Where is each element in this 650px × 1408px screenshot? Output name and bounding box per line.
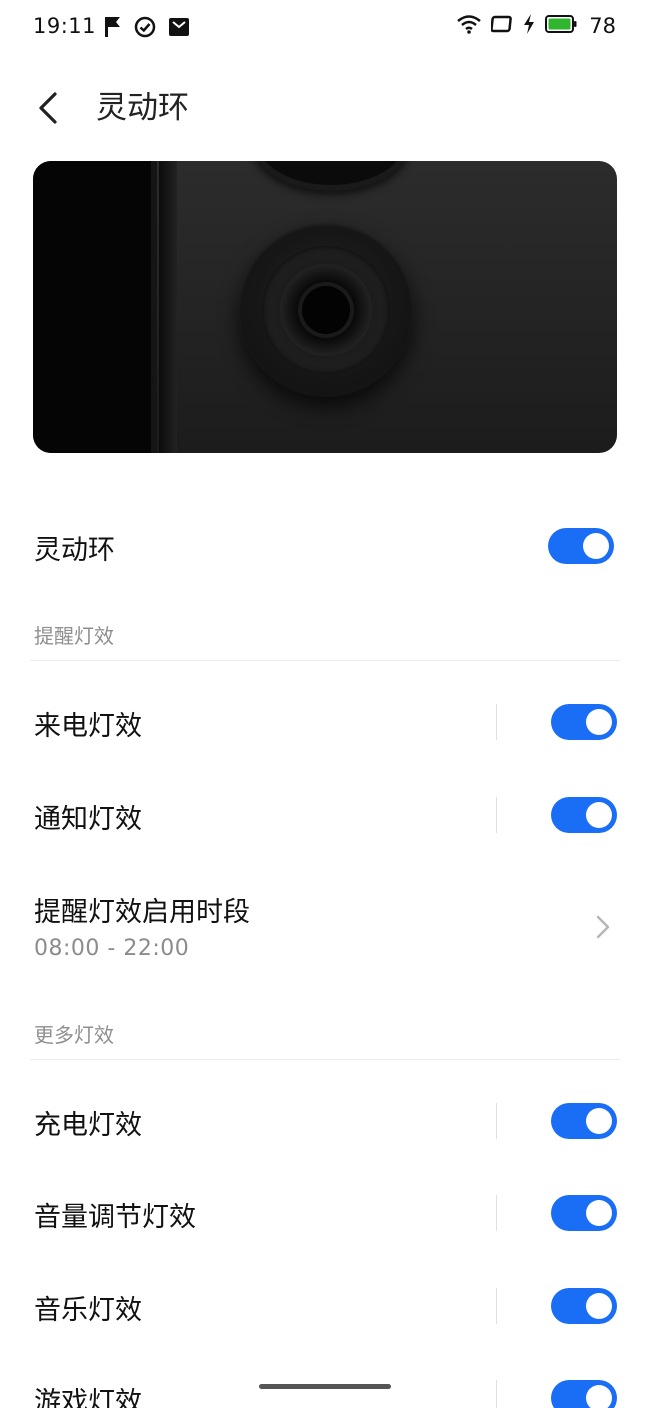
setting-row-reminder-schedule[interactable]: 提醒灯效启用时段 08:00 - 22:00 <box>0 880 650 980</box>
setting-label: 通知灯效 <box>34 804 142 835</box>
check-circle-icon <box>134 16 156 42</box>
back-button[interactable] <box>28 88 68 128</box>
charging-light-toggle[interactable] <box>551 1103 617 1139</box>
setting-row-call-light[interactable]: 来电灯效 <box>0 686 650 758</box>
setting-row-notification-light[interactable]: 通知灯效 <box>0 779 650 851</box>
game-light-toggle[interactable] <box>551 1380 617 1408</box>
page-title: 灵动环 <box>96 90 189 126</box>
notification-light-toggle[interactable] <box>551 797 617 833</box>
volume-light-toggle[interactable] <box>551 1195 617 1231</box>
flag-icon <box>104 16 122 42</box>
wifi-icon <box>457 14 482 38</box>
setting-label: 音乐灯效 <box>34 1295 142 1326</box>
setting-row-charging-light[interactable]: 充电灯效 <box>0 1085 650 1157</box>
status-left-icons <box>104 16 190 42</box>
setting-label: 来电灯效 <box>34 711 142 742</box>
setting-label: 提醒灯效启用时段 <box>34 897 250 928</box>
chevron-left-icon <box>39 92 57 124</box>
hero-top-camera <box>251 161 411 191</box>
section-title-reminder: 提醒灯效 <box>34 624 114 648</box>
section-title-more: 更多灯效 <box>34 1023 114 1047</box>
main-toggle-label: 灵动环 <box>34 535 115 566</box>
call-light-toggle[interactable] <box>551 704 617 740</box>
battery-icon <box>545 15 577 37</box>
chevron-right-icon <box>596 915 610 939</box>
hero-ring-light <box>239 223 413 397</box>
divider <box>30 1059 620 1060</box>
status-bar: 19:11 78 <box>0 0 650 56</box>
reminder-schedule-value: 08:00 - 22:00 <box>34 936 190 961</box>
setting-label: 音量调节灯效 <box>34 1202 196 1233</box>
status-time: 19:11 <box>33 14 97 38</box>
status-right-icons: 78 <box>457 14 616 38</box>
setting-row-volume-light[interactable]: 音量调节灯效 <box>0 1177 650 1249</box>
setting-label: 游戏灯效 <box>34 1387 142 1408</box>
setting-label: 充电灯效 <box>34 1110 142 1141</box>
setting-row-music-light[interactable]: 音乐灯效 <box>0 1270 650 1342</box>
battery-level: 78 <box>589 14 616 38</box>
hero-image <box>33 161 617 453</box>
header: 灵动环 <box>0 72 650 146</box>
main-toggle-switch[interactable] <box>548 528 614 564</box>
screen-icon <box>490 15 513 37</box>
main-toggle-row[interactable]: 灵动环 <box>0 510 650 582</box>
divider <box>30 660 620 661</box>
home-indicator[interactable] <box>259 1384 391 1389</box>
charging-bolt-icon <box>523 14 535 38</box>
hero-device-edge <box>33 161 151 453</box>
music-light-toggle[interactable] <box>551 1288 617 1324</box>
mail-icon <box>168 16 190 42</box>
